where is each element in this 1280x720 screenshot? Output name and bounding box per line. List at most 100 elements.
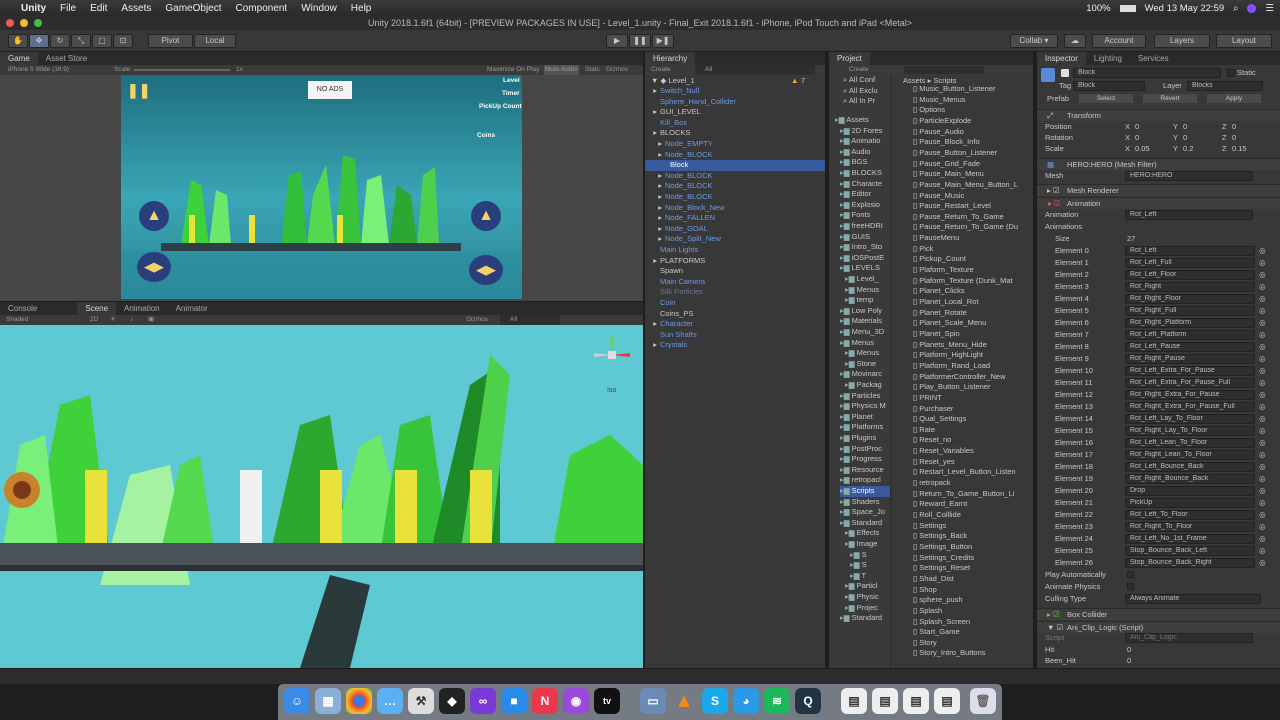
folder-item[interactable]: ▸▆ Menus xyxy=(845,285,879,296)
folder-item[interactable]: ▸▆ temp xyxy=(845,295,873,306)
folder-item[interactable]: ▸▆ S xyxy=(850,550,867,561)
cloud-icon[interactable]: ☁ xyxy=(1064,34,1086,48)
element-clip-field[interactable]: Rot_Left_Pause xyxy=(1125,342,1255,352)
hierarchy-item[interactable]: ▸ Node_BLOCK xyxy=(645,192,825,203)
folder-item[interactable]: ▸▆ Platforms xyxy=(840,422,883,433)
script-item[interactable]: ▯ Pause_Audio xyxy=(913,127,964,138)
skype-icon[interactable]: S xyxy=(702,688,728,714)
vlc-icon[interactable]: ▲ xyxy=(671,688,697,714)
trash-icon[interactable]: 🗑 xyxy=(970,688,996,714)
play-button-icon[interactable]: ▶ xyxy=(606,34,628,48)
object-picker-icon[interactable]: ◎ xyxy=(1259,281,1266,293)
rotate-right-down-button[interactable]: ◀▶ xyxy=(469,255,503,285)
object-picker-icon[interactable]: ◎ xyxy=(1259,401,1266,413)
animations-row[interactable]: Animations xyxy=(1037,221,1280,233)
project-create-dropdown[interactable]: Create xyxy=(849,65,869,75)
folder-item[interactable]: ▸▆ Plugins xyxy=(840,433,876,444)
folder-item[interactable]: ▸▆ LEVELS xyxy=(840,263,880,274)
folder-item[interactable]: ▸▆ Movinarc xyxy=(840,369,882,380)
step-button-icon[interactable]: ▶❚ xyxy=(652,34,674,48)
script-item[interactable]: ▯ Planet_Scale_Menu xyxy=(913,318,986,329)
transform-tool-icon[interactable]: ⊡ xyxy=(113,34,133,48)
object-picker-icon[interactable]: ◎ xyxy=(1259,305,1266,317)
box-collider-header[interactable]: ▸ ☑ Box Collider xyxy=(1037,608,1280,620)
layer-dropdown[interactable]: Blocks xyxy=(1187,81,1263,91)
folder-item[interactable]: ▸▆ Materials xyxy=(840,316,882,327)
menu-window[interactable]: Window xyxy=(294,3,344,14)
script-item[interactable]: ▯ Planet_Spin xyxy=(913,329,960,340)
script-item[interactable]: ▯ Pick xyxy=(913,244,933,255)
folder-item[interactable]: ▸▆ Low Poly xyxy=(840,306,882,317)
window-thumb-icon[interactable]: ▤ xyxy=(903,688,929,714)
menu-unity[interactable]: Unity xyxy=(14,3,53,14)
layout-dropdown[interactable]: Layout xyxy=(1216,34,1272,48)
mesh-field[interactable]: HERO:HERO xyxy=(1125,171,1253,181)
favorite-item[interactable]: ⌕ All In Pr xyxy=(843,96,875,107)
visual-studio-icon[interactable]: ∞ xyxy=(470,688,496,714)
script-item[interactable]: ▯ Settings_Reset xyxy=(913,563,970,574)
maximize-on-play-toggle[interactable]: Maximize On Play xyxy=(487,65,539,75)
rect-tool-icon[interactable]: ▢ xyxy=(92,34,112,48)
script-item[interactable]: ▯ Music_Button_Listener xyxy=(913,84,996,95)
script-item[interactable]: ▯ Shad_Dist xyxy=(913,574,954,585)
script-item[interactable]: ▯ Splash xyxy=(913,606,942,617)
account-dropdown[interactable]: Account xyxy=(1092,34,1146,48)
tab-animation[interactable]: Animation xyxy=(116,302,168,315)
hierarchy-item[interactable]: ▸ Node_BLOCK xyxy=(645,150,825,161)
folder-item[interactable]: ▸▆ Particles xyxy=(840,391,880,402)
animation-clip-field[interactable]: Rot_Left xyxy=(1125,210,1253,220)
scene-viewport[interactable]: Iso xyxy=(0,325,643,668)
quicktime-icon[interactable]: Q xyxy=(795,688,821,714)
folder-item[interactable]: ▸▆ Stone xyxy=(845,359,876,370)
static-checkbox[interactable] xyxy=(1227,69,1235,77)
rotate-left-down-button[interactable]: ◀▶ xyxy=(137,252,171,282)
hierarchy-item[interactable]: ▸ Character xyxy=(645,319,825,330)
podcasts-icon[interactable]: ◉ xyxy=(563,688,589,714)
object-picker-icon[interactable]: ◎ xyxy=(1259,425,1266,437)
script-item[interactable]: ▯ Platform_HighLight xyxy=(913,350,983,361)
element-clip-field[interactable]: Rot_Right_Full xyxy=(1125,306,1255,316)
hierarchy-item[interactable]: Coins_PS xyxy=(645,309,825,320)
object-picker-icon[interactable]: ◎ xyxy=(1259,377,1266,389)
folder-item[interactable]: ▸▆ Standard xyxy=(840,613,882,624)
folder-item[interactable]: ▸▆ freeHDRI xyxy=(840,221,883,232)
object-picker-icon[interactable]: ◎ xyxy=(1259,353,1266,365)
script-item[interactable]: ▯ Pause_Grid_Fade xyxy=(913,159,980,170)
object-picker-icon[interactable]: ◎ xyxy=(1259,257,1266,269)
minimize-window-icon[interactable] xyxy=(20,19,28,27)
script-item[interactable]: ▯ Settings_Back xyxy=(913,531,967,542)
object-picker-icon[interactable]: ◎ xyxy=(1259,293,1266,305)
animation-header[interactable]: ● ☑ Animation xyxy=(1037,197,1280,209)
script-item[interactable]: ▯ Pause_Music xyxy=(913,191,964,202)
folder-item[interactable]: ▸▆ BLOCKS xyxy=(840,168,882,179)
local-toggle[interactable]: Local xyxy=(194,34,236,48)
script-item[interactable]: ▯ Reset_no xyxy=(913,435,951,446)
hierarchy-item[interactable]: ▸ Node_FALLEN xyxy=(645,213,825,224)
script-item[interactable]: ▯ Reward_Earnt xyxy=(913,499,967,510)
hierarchy-item[interactable]: Silk Particles xyxy=(645,287,825,298)
element-clip-field[interactable]: Rot_Right_Lay_To_Floor xyxy=(1125,426,1255,436)
element-clip-field[interactable]: Rot_Left_Extra_For_Pause xyxy=(1125,366,1255,376)
script-item[interactable]: ▯ Start_Game xyxy=(913,627,960,638)
scene-gizmos-dropdown[interactable]: Gizmos xyxy=(466,315,488,325)
2d-toggle[interactable]: 2D xyxy=(90,315,98,325)
gizmos-toggle[interactable]: Gizmos xyxy=(606,65,628,75)
folder-item[interactable]: ▸▆ Packag xyxy=(845,380,882,391)
rotate-tool-icon[interactable]: ↻ xyxy=(50,34,70,48)
script-item[interactable]: ▯ Purchaser xyxy=(913,404,953,415)
script-item[interactable]: ▯ Story_Intro_Buttons xyxy=(913,648,986,659)
script-item[interactable]: ▯ Play_Button_Listener xyxy=(913,382,991,393)
element-clip-field[interactable]: Rot_Right_Platform xyxy=(1125,318,1255,328)
element-clip-field[interactable]: Rot_Left_Floor xyxy=(1125,270,1255,280)
element-clip-field[interactable]: Rot_Left_No_1st_Frame xyxy=(1125,534,1255,544)
script-item[interactable]: ▯ Reset_Variables xyxy=(913,446,974,457)
hierarchy-item[interactable]: Main Camera xyxy=(645,277,825,288)
menu-help[interactable]: Help xyxy=(344,3,379,14)
script-item[interactable]: ▯ Shop xyxy=(913,585,937,596)
menu-file[interactable]: File xyxy=(53,3,83,14)
size-value[interactable]: 27 xyxy=(1127,233,1135,245)
script-item[interactable]: ▯ Planet_Clicks xyxy=(913,286,965,297)
hierarchy-item[interactable]: Kill_Box xyxy=(645,118,825,129)
hierarchy-item[interactable]: ▸ Node_EMPTY xyxy=(645,139,825,150)
script-item[interactable]: ▯ Return_To_Game_Button_Li xyxy=(913,489,1014,500)
